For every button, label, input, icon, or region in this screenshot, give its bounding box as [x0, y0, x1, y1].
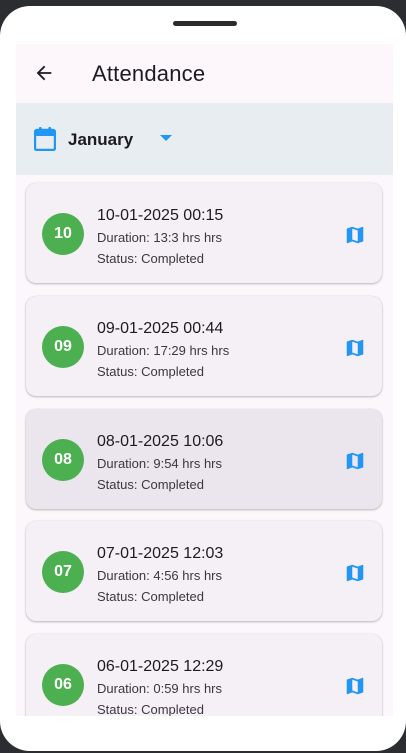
attendance-card[interactable]: 07 07-01-2025 12:03 Duration: 4:56 hrs h…: [26, 521, 382, 621]
attendance-card[interactable]: 06 06-01-2025 12:29 Duration: 0:59 hrs h…: [26, 634, 382, 716]
record-datetime: 08-01-2025 10:06: [97, 433, 224, 450]
back-button[interactable]: [31, 60, 57, 86]
map-icon[interactable]: [344, 337, 366, 359]
record-duration: Duration: 17:29 hrs hrs: [97, 343, 230, 358]
day-avatar: 10: [42, 213, 84, 255]
month-dropdown[interactable]: January: [68, 125, 188, 153]
record-status: Status: Completed: [97, 702, 204, 716]
attendance-card[interactable]: 09 09-01-2025 00:44 Duration: 17:29 hrs …: [26, 296, 382, 396]
speaker-notch: [173, 21, 237, 26]
phone-frame: Attendance January 10 10-01-2025 00:15 D…: [0, 6, 406, 751]
attendance-screen: Attendance January 10 10-01-2025 00:15 D…: [16, 44, 393, 716]
day-avatar: 09: [42, 326, 84, 368]
month-filter-bar: January: [16, 103, 393, 175]
map-icon[interactable]: [344, 450, 366, 472]
record-datetime: 06-01-2025 12:29: [97, 658, 224, 675]
app-bar: Attendance: [16, 44, 393, 103]
month-dropdown-value: January: [68, 130, 134, 149]
map-icon[interactable]: [344, 224, 366, 246]
record-datetime: 10-01-2025 00:15: [97, 207, 224, 224]
day-avatar: 08: [42, 439, 84, 481]
record-status: Status: Completed: [97, 589, 204, 604]
map-icon[interactable]: [344, 562, 366, 584]
record-duration: Duration: 13:3 hrs hrs: [97, 230, 223, 245]
record-duration: Duration: 4:56 hrs hrs: [97, 568, 223, 583]
attendance-list: 10 10-01-2025 00:15 Duration: 13:3 hrs h…: [16, 175, 393, 716]
record-datetime: 09-01-2025 00:44: [97, 320, 224, 337]
arrow-back-icon: [36, 65, 52, 81]
record-datetime: 07-01-2025 12:03: [97, 545, 224, 562]
record-status: Status: Completed: [97, 251, 204, 266]
attendance-card[interactable]: 08 08-01-2025 10:06 Duration: 9:54 hrs h…: [26, 409, 382, 509]
day-avatar: 07: [42, 551, 84, 593]
record-duration: Duration: 0:59 hrs hrs: [97, 681, 223, 696]
day-avatar: 06: [42, 664, 84, 706]
record-status: Status: Completed: [97, 364, 204, 379]
map-icon[interactable]: [344, 675, 366, 697]
record-duration: Duration: 9:54 hrs hrs: [97, 456, 223, 471]
calendar-icon: [34, 127, 56, 151]
attendance-card[interactable]: 10 10-01-2025 00:15 Duration: 13:3 hrs h…: [26, 183, 382, 283]
record-status: Status: Completed: [97, 477, 204, 492]
caret-down-icon: [160, 135, 172, 141]
page-title: Attendance: [92, 61, 206, 86]
